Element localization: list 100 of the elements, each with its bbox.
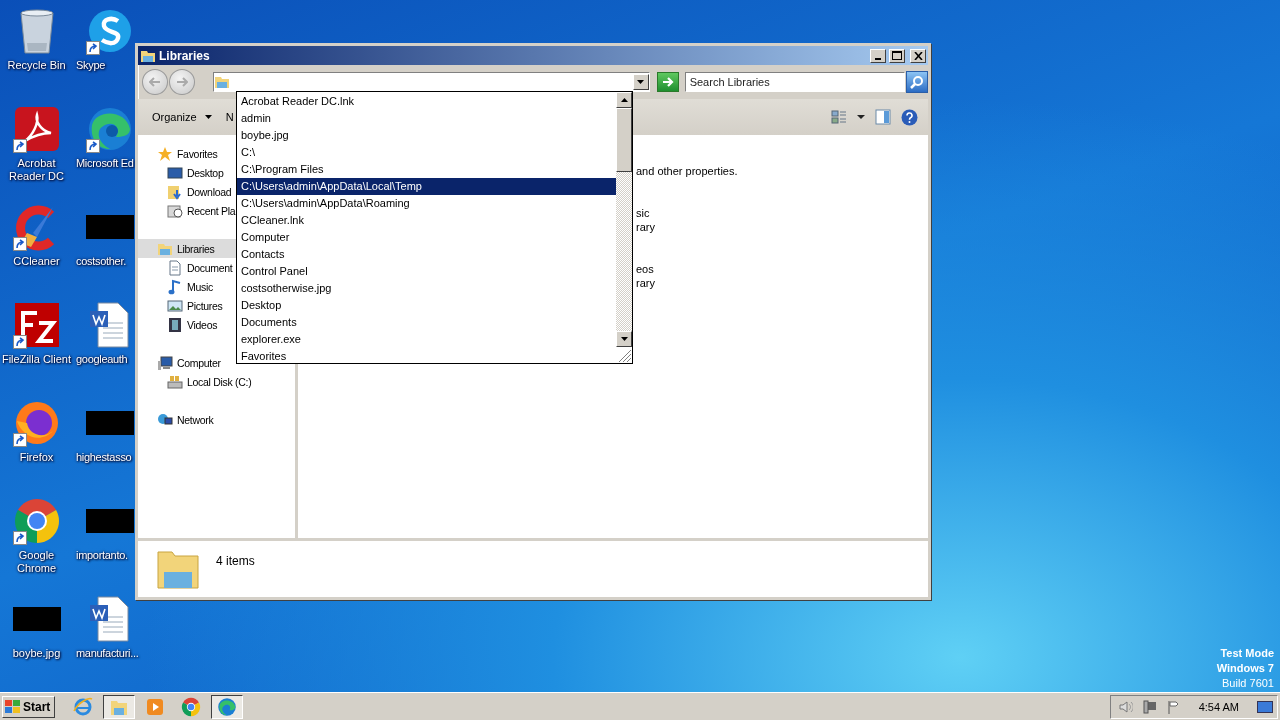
- scrollbar-thumb[interactable]: [616, 108, 632, 172]
- disk-icon: [167, 373, 183, 390]
- icon-label[interactable]: boybe.jpg: [12, 647, 61, 660]
- document-icon: [167, 259, 183, 276]
- dropdown-item[interactable]: Control Panel: [237, 263, 616, 280]
- browser-icon[interactable]: [12, 497, 61, 545]
- views-button[interactable]: [831, 109, 847, 125]
- browser-icon[interactable]: [86, 105, 134, 153]
- caret-icon: [857, 115, 865, 119]
- network-icon[interactable]: [1142, 699, 1157, 714]
- show-desktop-icon[interactable]: [1257, 699, 1273, 714]
- dropdown-item[interactable]: boybe.jpg: [237, 127, 616, 144]
- star-icon: [157, 145, 173, 162]
- dropdown-item[interactable]: Acrobat Reader DC.lnk: [237, 93, 616, 110]
- picture-icon: [167, 297, 183, 314]
- content-text: rary: [636, 276, 655, 290]
- system-notice: Build 7601: [1222, 676, 1274, 691]
- dropdown-item[interactable]: admin: [237, 110, 616, 127]
- help-button[interactable]: [901, 108, 918, 126]
- icon-label[interactable]: CCleaner: [13, 255, 60, 268]
- icon-label[interactable]: googleauth: [76, 353, 128, 366]
- tree-item[interactable]: Local Disk (C:): [138, 372, 295, 391]
- dropdown-item[interactable]: C:\Users\admin\AppData\Roaming: [237, 195, 616, 212]
- views-icon: [831, 109, 847, 125]
- toolbar-button[interactable]: N: [221, 107, 238, 127]
- help-icon: [901, 108, 918, 126]
- ftp-app-icon[interactable]: [12, 301, 61, 349]
- windows-logo-icon: [5, 699, 21, 714]
- caret-down-icon: [620, 337, 628, 341]
- icon-label[interactable]: FileZilla Client: [1, 353, 72, 366]
- close-icon: [913, 51, 923, 60]
- arrow-left-icon: [148, 77, 161, 87]
- window-title: Libraries: [159, 48, 211, 63]
- media-player-icon: [145, 696, 165, 717]
- organize-button[interactable]: Organize: [148, 107, 216, 127]
- tree-item[interactable]: Network: [138, 410, 295, 429]
- browser-icon: [181, 696, 201, 717]
- caret-up-icon: [620, 98, 628, 102]
- clock: 4:54 AM: [1198, 700, 1239, 713]
- scroll-down-button[interactable]: [616, 331, 632, 347]
- dropdown-item[interactable]: C:\: [237, 144, 616, 161]
- taskbar-button[interactable]: [103, 694, 135, 719]
- go-button[interactable]: [656, 72, 679, 92]
- search-field[interactable]: Search Libraries: [684, 72, 906, 92]
- arrow-right-icon: [175, 77, 188, 87]
- folder-icon: [167, 202, 183, 219]
- search-button[interactable]: [906, 71, 928, 93]
- monitor-icon: [167, 164, 183, 181]
- dropdown-item[interactable]: costsotherwise.jpg: [237, 280, 616, 297]
- folder-icon: [167, 183, 183, 200]
- icon-label[interactable]: Recycle Bin: [7, 59, 66, 72]
- icon-label[interactable]: manufacturi...: [76, 647, 139, 660]
- icon-label[interactable]: Acrobat Reader DC: [1, 157, 72, 183]
- scroll-up-button[interactable]: [616, 92, 632, 108]
- computer-icon: [157, 354, 173, 371]
- resize-grip-icon[interactable]: [616, 347, 632, 363]
- dropdown-item[interactable]: CCleaner.lnk: [237, 212, 616, 229]
- system-notice: Windows 7: [1216, 661, 1274, 676]
- icon-label[interactable]: highestasso: [76, 451, 132, 464]
- item-count: 4 items: [216, 554, 255, 568]
- caret-icon: [204, 115, 212, 119]
- icon-label[interactable]: Skype: [76, 59, 106, 72]
- content-text: sic: [636, 206, 650, 220]
- dropdown-item[interactable]: Documents: [237, 314, 616, 331]
- preview-pane-button[interactable]: [875, 109, 891, 125]
- dropdown-item[interactable]: Desktop: [237, 297, 616, 314]
- dropdown-item[interactable]: explorer.exe: [237, 331, 616, 348]
- taskbar-button[interactable]: [211, 694, 243, 719]
- address-field[interactable]: [212, 72, 650, 92]
- icon-label[interactable]: costsother.: [76, 255, 126, 268]
- dropdown-item[interactable]: Favorites: [237, 348, 616, 365]
- arrow-right-icon: [661, 77, 674, 87]
- minimize-button[interactable]: [870, 48, 886, 63]
- dropdown-item[interactable]: C:\Users\admin\AppData\Local\Temp: [237, 178, 616, 195]
- music-note-icon: [167, 278, 183, 295]
- start-button[interactable]: Start: [2, 695, 55, 718]
- browser-icon: [217, 696, 237, 717]
- dropdown-item[interactable]: C:\Program Files: [237, 161, 616, 178]
- network-icon: [157, 411, 173, 428]
- icon-label[interactable]: importanto.: [76, 549, 128, 562]
- icon-label[interactable]: Microsoft Ed: [76, 157, 134, 170]
- icon-label[interactable]: Firefox: [19, 451, 54, 464]
- views-menu-button[interactable]: [857, 115, 865, 119]
- minimize-icon: [875, 57, 881, 60]
- film-icon: [167, 316, 183, 333]
- content-text: eos: [636, 262, 654, 276]
- pdf-reader-icon[interactable]: [12, 105, 61, 153]
- content-text: rary: [636, 220, 655, 234]
- browser-icon: [73, 696, 93, 717]
- folder-icon: [213, 74, 230, 90]
- system-notice: Test Mode: [1220, 646, 1274, 661]
- content-text: and other properties.: [636, 164, 738, 178]
- chat-app-icon[interactable]: [86, 7, 134, 55]
- flag-icon[interactable]: [1166, 699, 1181, 714]
- maximize-button[interactable]: [889, 48, 905, 63]
- caret-icon: [637, 80, 645, 84]
- maximize-icon: [892, 51, 902, 60]
- pane-icon: [875, 109, 891, 125]
- icon-label[interactable]: Google Chrome: [1, 549, 72, 575]
- close-button[interactable]: [910, 48, 926, 63]
